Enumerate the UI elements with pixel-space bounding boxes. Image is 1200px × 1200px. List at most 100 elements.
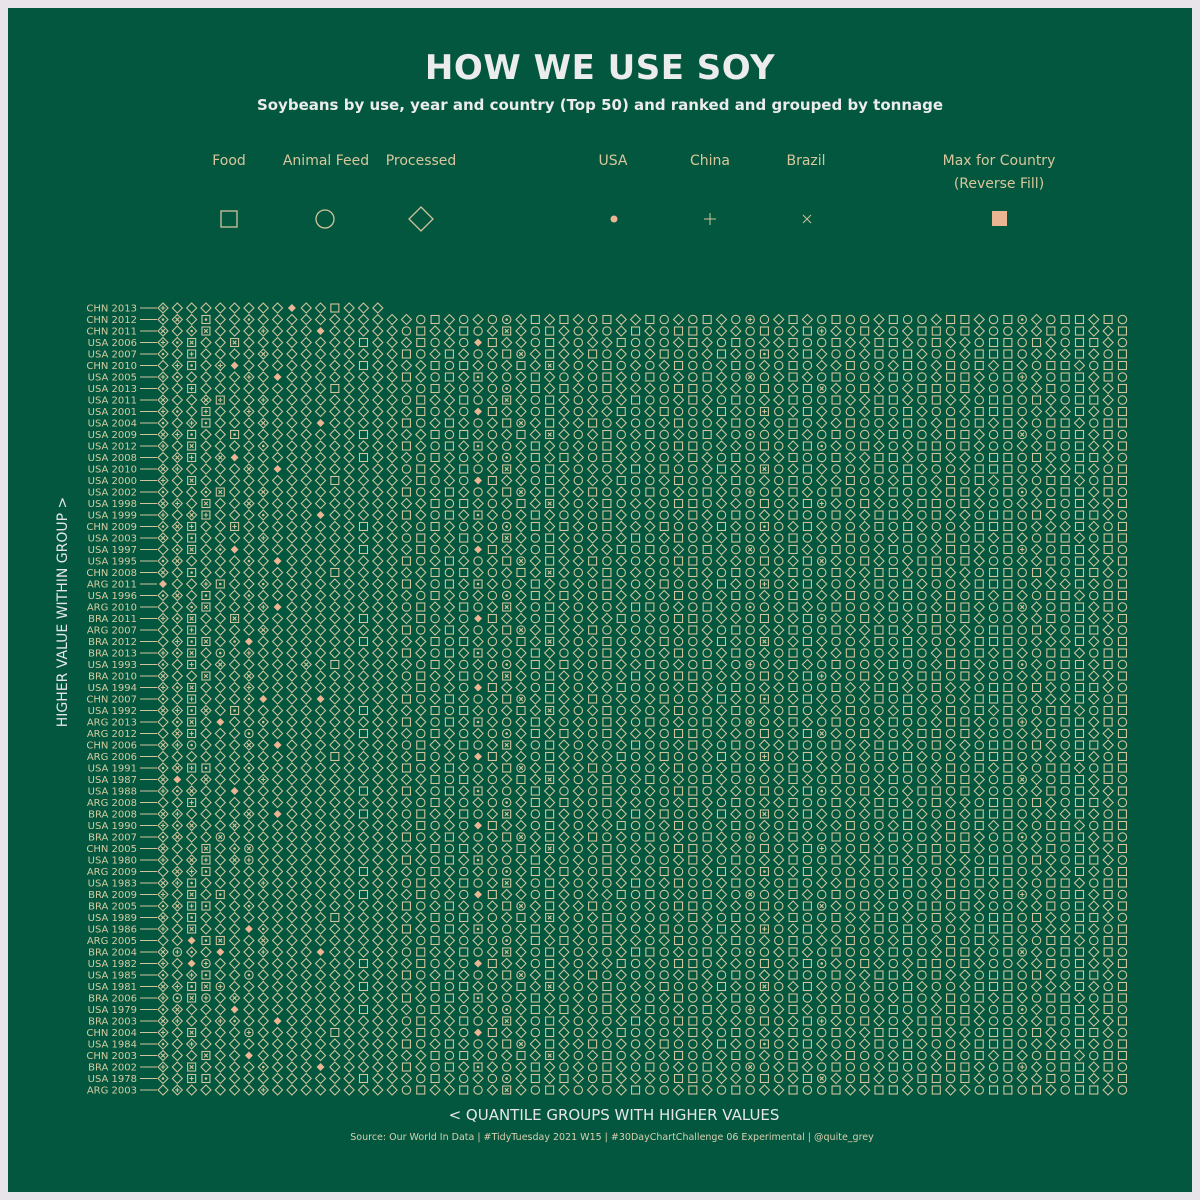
square-icon bbox=[530, 590, 540, 601]
diamond-icon bbox=[200, 382, 212, 395]
cell-processed bbox=[1030, 612, 1043, 625]
cell-food bbox=[960, 487, 970, 497]
diamond-icon bbox=[1102, 394, 1114, 406]
cell-animal-feed bbox=[902, 487, 913, 497]
diamond-icon bbox=[171, 474, 184, 487]
brazil-cross-icon bbox=[518, 696, 524, 702]
cell-food bbox=[1046, 441, 1056, 451]
diamond-icon bbox=[758, 681, 771, 694]
square-icon bbox=[888, 682, 898, 693]
diamond-icon bbox=[329, 647, 341, 659]
cell-food bbox=[788, 602, 798, 612]
cell-processed bbox=[529, 486, 542, 498]
circle-icon bbox=[845, 441, 856, 451]
cell-processed bbox=[701, 336, 713, 349]
cell-food bbox=[1117, 360, 1127, 371]
cell-animal-feed bbox=[945, 498, 956, 509]
cell-processed bbox=[386, 336, 398, 349]
square-icon bbox=[931, 567, 941, 578]
diamond-icon bbox=[644, 382, 656, 395]
cell-processed bbox=[157, 658, 169, 671]
circle-icon bbox=[659, 452, 669, 463]
cell-food bbox=[1074, 441, 1085, 451]
cell-food bbox=[631, 326, 641, 336]
cell-animal-feed bbox=[416, 625, 426, 635]
cell-processed bbox=[930, 532, 943, 544]
diamond-icon bbox=[772, 428, 785, 441]
circle-icon bbox=[630, 694, 641, 704]
cell-processed bbox=[973, 382, 986, 395]
cell-food bbox=[602, 590, 612, 601]
cell-processed bbox=[171, 394, 184, 406]
china-plus-icon bbox=[218, 397, 223, 403]
cell-food bbox=[759, 498, 769, 509]
cell-food bbox=[545, 533, 555, 543]
cell-processed bbox=[386, 474, 398, 487]
diamond-icon bbox=[200, 428, 212, 441]
cell-processed bbox=[1059, 693, 1071, 705]
cell-animal-feed bbox=[988, 613, 999, 624]
cell-processed bbox=[243, 405, 255, 418]
cell-food bbox=[1117, 418, 1127, 428]
cell-processed bbox=[357, 509, 370, 521]
cell-animal-feed bbox=[1117, 544, 1128, 555]
diamond-icon bbox=[271, 474, 284, 487]
cell-processed bbox=[815, 589, 828, 602]
diamond-icon bbox=[987, 647, 1000, 659]
circle-icon bbox=[845, 556, 856, 566]
diamond-icon bbox=[858, 624, 871, 636]
diamond-icon bbox=[486, 417, 499, 429]
cell-food bbox=[974, 694, 984, 704]
cell-processed bbox=[185, 313, 198, 326]
diamond-icon bbox=[357, 394, 370, 406]
diamond-icon bbox=[329, 520, 341, 533]
diamond-icon bbox=[1088, 578, 1100, 590]
cell-processed bbox=[644, 578, 656, 590]
cell-processed bbox=[730, 670, 742, 682]
cell-animal-feed bbox=[716, 567, 727, 578]
cell-processed bbox=[1016, 417, 1028, 429]
cell-processed bbox=[901, 336, 914, 349]
diamond-icon bbox=[329, 670, 341, 682]
cell-processed bbox=[515, 520, 527, 533]
diamond-icon bbox=[672, 601, 685, 613]
square-icon bbox=[931, 383, 941, 394]
brazil-cross-icon bbox=[189, 443, 194, 449]
cell-max-marker bbox=[230, 361, 239, 370]
cell-processed bbox=[930, 371, 943, 383]
square-icon bbox=[631, 464, 641, 474]
diamond-icon bbox=[386, 451, 398, 464]
cell-processed bbox=[500, 474, 513, 487]
diamond-icon bbox=[228, 417, 241, 429]
usa-dot-icon bbox=[1020, 663, 1024, 666]
diamond-icon bbox=[629, 566, 642, 579]
cell-processed bbox=[429, 555, 441, 567]
diamond-icon bbox=[515, 382, 527, 395]
circle-icon bbox=[458, 521, 469, 532]
circle-icon bbox=[645, 360, 655, 371]
square-icon bbox=[860, 326, 870, 336]
cell-processed bbox=[515, 658, 527, 671]
cell-food bbox=[545, 694, 555, 704]
cell-animal-feed bbox=[1117, 429, 1128, 440]
diamond-icon bbox=[543, 440, 556, 452]
brazil-cross-icon bbox=[203, 639, 209, 644]
cell-processed bbox=[586, 325, 599, 337]
circle-icon bbox=[802, 337, 813, 348]
cell-processed bbox=[1030, 520, 1043, 533]
circle-icon bbox=[487, 314, 498, 325]
diamond-icon bbox=[243, 509, 255, 521]
cell-animal-feed bbox=[888, 579, 899, 589]
diamond-icon bbox=[830, 555, 842, 567]
circle-icon bbox=[960, 360, 970, 371]
cell-food bbox=[831, 602, 841, 612]
diamond-icon bbox=[486, 670, 499, 682]
cell-food bbox=[888, 625, 898, 635]
cell-processed bbox=[300, 578, 312, 590]
square-icon bbox=[1060, 418, 1070, 428]
diamond-icon bbox=[672, 658, 685, 671]
cell-processed bbox=[1030, 371, 1043, 383]
diamond-icon bbox=[529, 497, 542, 510]
diamond-icon bbox=[1088, 601, 1100, 613]
cell-food bbox=[416, 544, 426, 555]
